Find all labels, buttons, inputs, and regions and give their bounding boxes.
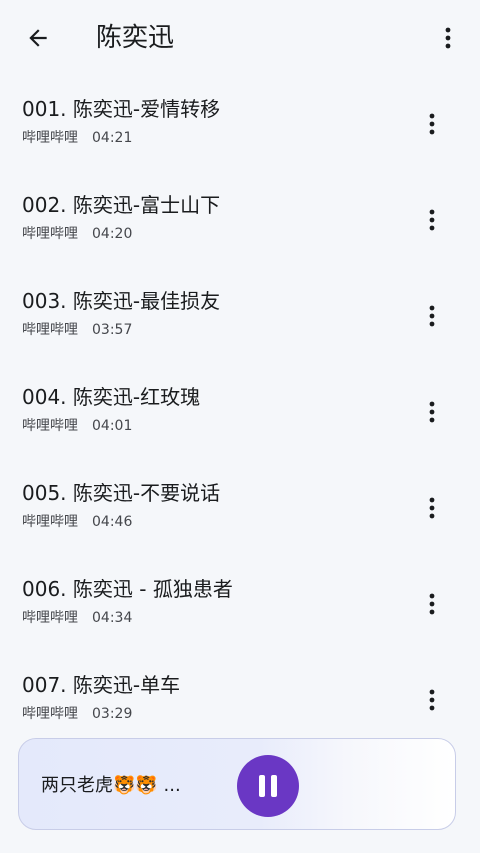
song-meta: 哔哩哔哩 04:01	[22, 416, 132, 436]
back-button[interactable]	[22, 22, 54, 54]
song-duration: 04:34	[92, 610, 133, 626]
pause-button[interactable]	[237, 755, 299, 817]
song-more-button[interactable]	[420, 684, 444, 716]
more-vert-icon	[429, 305, 435, 327]
overflow-menu-button[interactable]	[436, 22, 460, 54]
arrow-left-icon	[29, 29, 47, 47]
song-title: 001. 陈奕迅-爱情转移	[22, 97, 221, 121]
list-item[interactable]: 005. 陈奕迅-不要说话 哔哩哔哩 04:46	[0, 460, 480, 556]
song-more-button[interactable]	[420, 300, 444, 332]
more-vert-icon	[429, 401, 435, 423]
song-title: 004. 陈奕迅-红玫瑰	[22, 385, 201, 409]
song-meta: 哔哩哔哩 04:20	[22, 224, 132, 244]
list-item[interactable]: 001. 陈奕迅-爱情转移 哔哩哔哩 04:21	[0, 76, 480, 172]
more-vert-icon	[429, 593, 435, 615]
song-duration: 03:29	[92, 706, 133, 722]
song-meta: 哔哩哔哩 04:46	[22, 512, 132, 532]
song-artist: 哔哩哔哩	[22, 226, 78, 242]
song-artist: 哔哩哔哩	[22, 610, 78, 626]
song-duration: 04:20	[92, 226, 133, 242]
song-title: 006. 陈奕迅 - 孤独患者	[22, 577, 233, 601]
song-meta: 哔哩哔哩 03:29	[22, 704, 132, 724]
song-duration: 04:21	[92, 130, 133, 146]
song-artist: 哔哩哔哩	[22, 706, 78, 722]
song-artist: 哔哩哔哩	[22, 418, 78, 434]
more-vert-icon	[429, 209, 435, 231]
song-more-button[interactable]	[420, 108, 444, 140]
more-vert-icon	[429, 113, 435, 135]
list-item[interactable]: 006. 陈奕迅 - 孤独患者 哔哩哔哩 04:34	[0, 556, 480, 652]
more-vert-icon	[445, 27, 451, 49]
pause-icon	[256, 775, 280, 797]
song-title: 005. 陈奕迅-不要说话	[22, 481, 221, 505]
song-artist: 哔哩哔哩	[22, 322, 78, 338]
song-title: 002. 陈奕迅-富士山下	[22, 193, 221, 217]
list-item[interactable]: 002. 陈奕迅-富士山下 哔哩哔哩 04:20	[0, 172, 480, 268]
song-meta: 哔哩哔哩 04:34	[22, 608, 132, 628]
more-vert-icon	[429, 689, 435, 711]
mini-player[interactable]: 两只老虎🐯🐯 ...	[18, 738, 456, 830]
app-bar: 陈奕迅	[0, 0, 480, 76]
song-meta: 哔哩哔哩 04:21	[22, 128, 132, 148]
list-item[interactable]: 007. 陈奕迅-单车 哔哩哔哩 03:29	[0, 652, 480, 748]
song-artist: 哔哩哔哩	[22, 514, 78, 530]
list-item[interactable]: 004. 陈奕迅-红玫瑰 哔哩哔哩 04:01	[0, 364, 480, 460]
song-duration: 04:46	[92, 514, 133, 530]
list-item[interactable]: 003. 陈奕迅-最佳损友 哔哩哔哩 03:57	[0, 268, 480, 364]
song-more-button[interactable]	[420, 492, 444, 524]
song-duration: 03:57	[92, 322, 133, 338]
song-more-button[interactable]	[420, 588, 444, 620]
song-title: 003. 陈奕迅-最佳损友	[22, 289, 221, 313]
song-more-button[interactable]	[420, 396, 444, 428]
now-playing-title: 两只老虎🐯🐯 ...	[41, 775, 181, 796]
song-meta: 哔哩哔哩 03:57	[22, 320, 132, 340]
more-vert-icon	[429, 497, 435, 519]
song-title: 007. 陈奕迅-单车	[22, 673, 181, 697]
song-more-button[interactable]	[420, 204, 444, 236]
page-title: 陈奕迅	[96, 23, 175, 53]
song-artist: 哔哩哔哩	[22, 130, 78, 146]
song-duration: 04:01	[92, 418, 133, 434]
